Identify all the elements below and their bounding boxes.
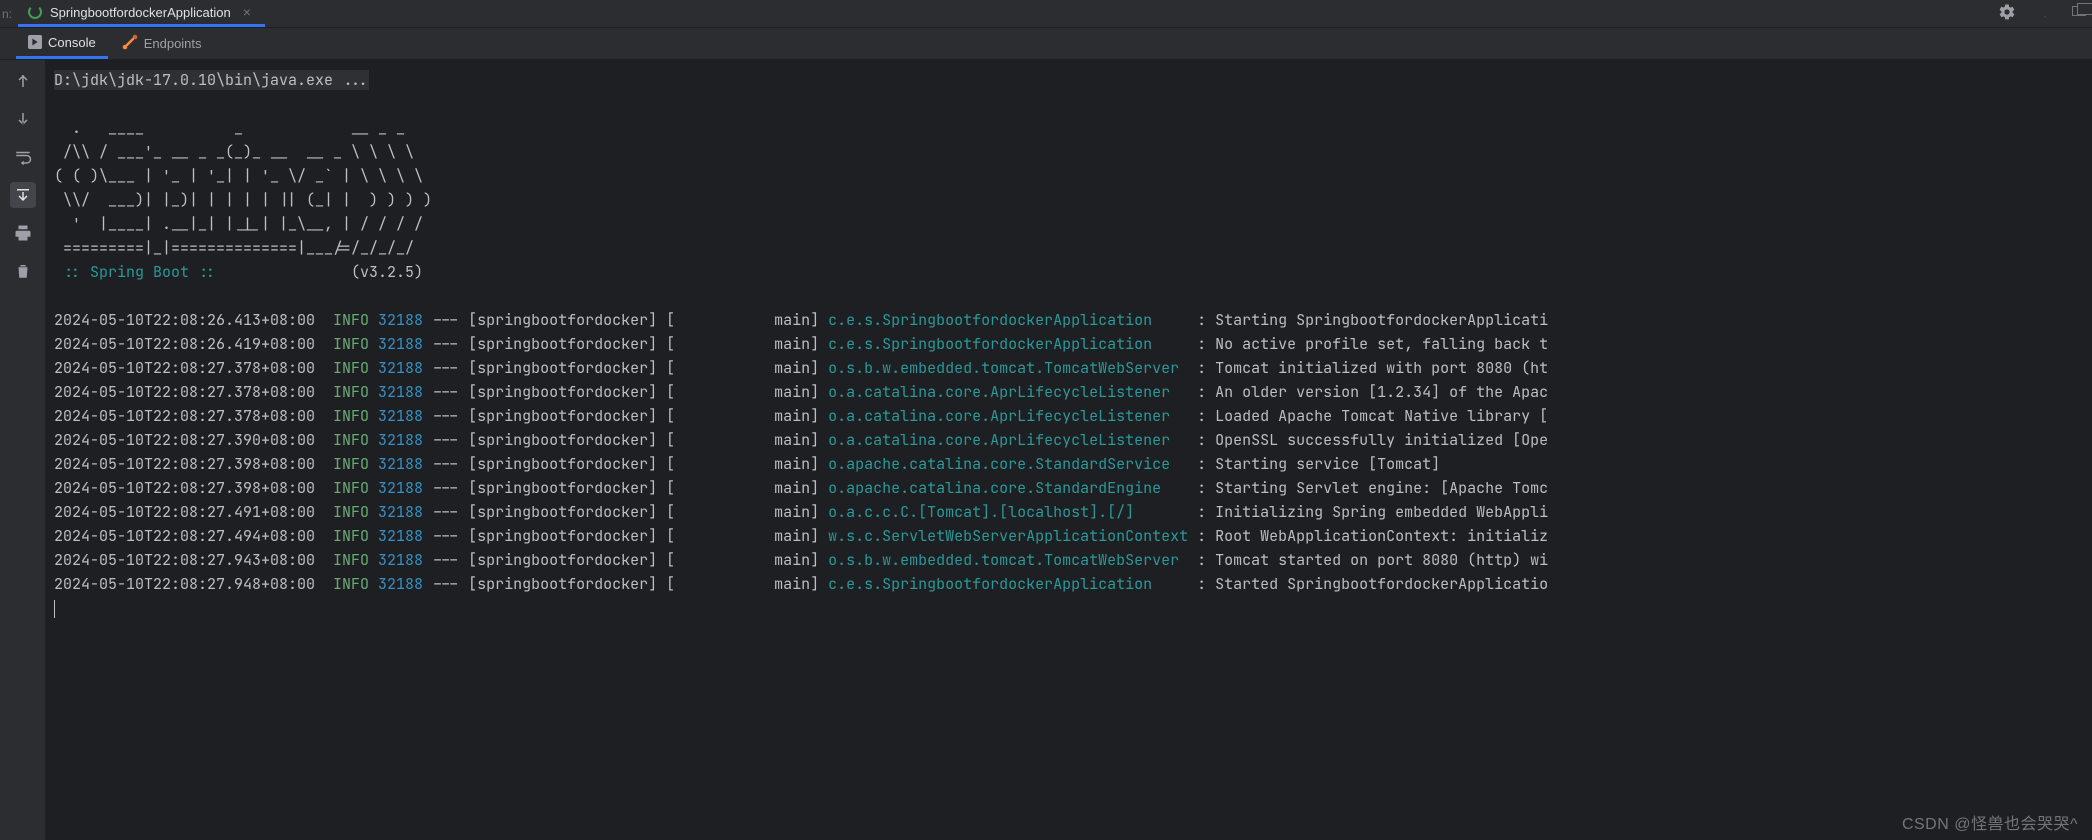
console-line [46, 284, 2092, 308]
console-output[interactable]: D:\jdk\jdk-17.0.10\bin\java.exe ... . __… [46, 60, 2092, 840]
soft-wrap-button[interactable] [10, 144, 36, 170]
sub-tab-bar: Console Endpoints [0, 28, 2092, 60]
console-line: \\/ ___)| |_)| | | | | || (_| | ) ) ) ) [46, 188, 2092, 212]
console-line: 2024-05-10T22:08:27.398+08:00 INFO 32188… [46, 476, 2092, 500]
close-tab-icon[interactable]: × [239, 4, 255, 20]
print-button[interactable] [10, 220, 36, 246]
console-line: ' |____| .__|_| |_|_| |_\__, | / / / / [46, 212, 2092, 236]
scroll-up-button[interactable] [10, 68, 36, 94]
console-toolbar [0, 60, 46, 840]
console-line: 2024-05-10T22:08:27.390+08:00 INFO 32188… [46, 428, 2092, 452]
minimize-icon[interactable] [2026, 6, 2064, 21]
clear-button[interactable] [10, 258, 36, 284]
endpoints-icon [122, 34, 138, 53]
console-line: :: Spring Boot :: (v3.2.5) [46, 260, 2092, 284]
restore-icon[interactable] [2072, 6, 2086, 16]
console-line: 2024-05-10T22:08:27.378+08:00 INFO 32188… [46, 356, 2092, 380]
tab-endpoints-label: Endpoints [144, 36, 202, 51]
tab-console-label: Console [48, 35, 96, 50]
console-line: 2024-05-10T22:08:27.948+08:00 INFO 32188… [46, 572, 2092, 596]
panel-prefix: n: [0, 7, 18, 21]
console-line: ( ( )\___ | '_ | '_| | '_ \/ _` | \ \ \ … [46, 164, 2092, 188]
scroll-down-button[interactable] [10, 106, 36, 132]
run-config-tab[interactable]: SpringbootfordockerApplication × [18, 0, 265, 27]
console-line: 2024-05-10T22:08:27.378+08:00 INFO 32188… [46, 380, 2092, 404]
console-line: /\\ / ___'_ __ _ _(_)_ __ __ _ \ \ \ \ [46, 140, 2092, 164]
watermark: CSDN @怪兽也会哭哭^ [1902, 810, 2078, 834]
settings-icon[interactable] [1988, 3, 2026, 24]
scroll-to-end-button[interactable] [10, 182, 36, 208]
run-tab-bar: n: SpringbootfordockerApplication × [0, 0, 2092, 28]
console-line: 2024-05-10T22:08:27.378+08:00 INFO 32188… [46, 404, 2092, 428]
console-line: 2024-05-10T22:08:27.943+08:00 INFO 32188… [46, 548, 2092, 572]
tab-endpoints[interactable]: Endpoints [110, 28, 214, 59]
console-line: D:\jdk\jdk-17.0.10\bin\java.exe ... [46, 68, 2092, 92]
console-line: 2024-05-10T22:08:27.494+08:00 INFO 32188… [46, 524, 2092, 548]
console-line: 2024-05-10T22:08:27.491+08:00 INFO 32188… [46, 500, 2092, 524]
console-icon [28, 35, 42, 49]
console-line: =========|_|==============|___/=/_/_/_/ [46, 236, 2092, 260]
console-line: 2024-05-10T22:08:27.398+08:00 INFO 32188… [46, 452, 2092, 476]
console-line: 2024-05-10T22:08:26.413+08:00 INFO 32188… [46, 308, 2092, 332]
console-line [46, 596, 2092, 620]
console-line [46, 92, 2092, 116]
run-config-title: SpringbootfordockerApplication [50, 5, 231, 20]
tab-console[interactable]: Console [16, 29, 108, 59]
running-spinner-icon [28, 5, 42, 19]
console-line: 2024-05-10T22:08:26.419+08:00 INFO 32188… [46, 332, 2092, 356]
console-line: . ____ _ __ _ _ [46, 116, 2092, 140]
